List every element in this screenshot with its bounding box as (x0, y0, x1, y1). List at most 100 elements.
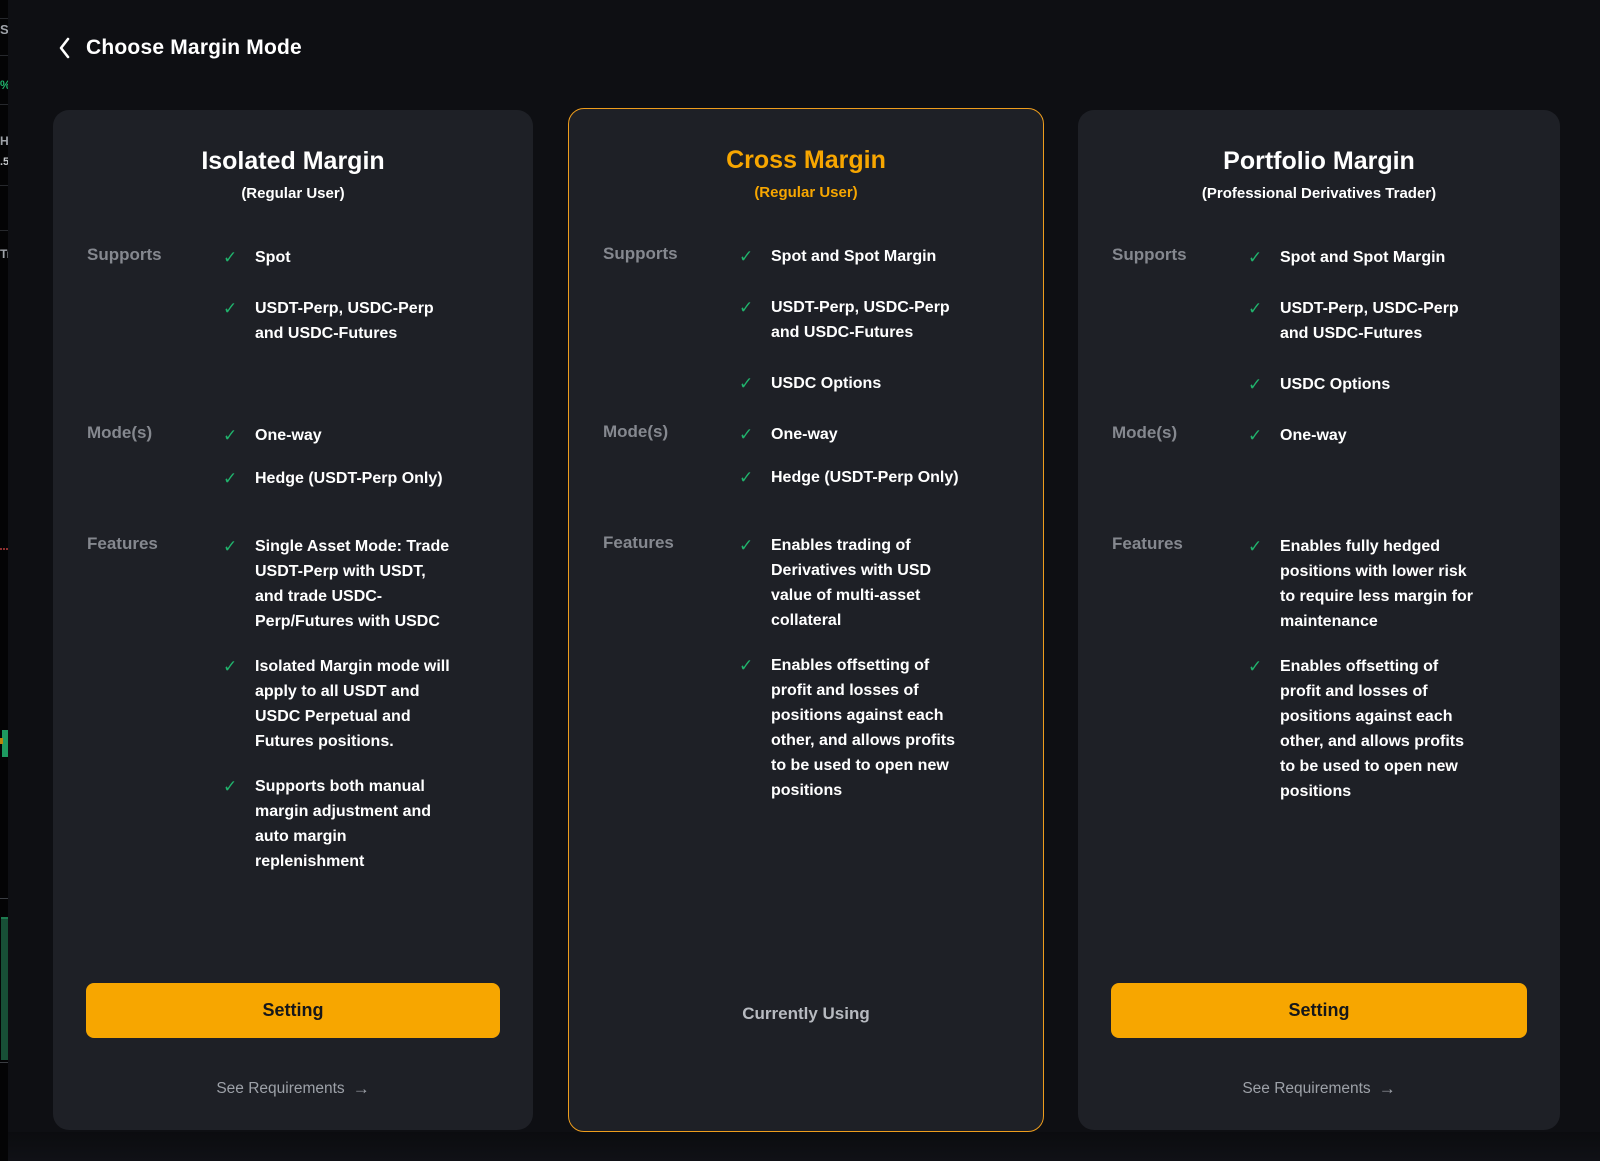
item-text: One-way (771, 422, 838, 447)
list-item: ✓ Enables offsetting of profit and losse… (739, 653, 969, 803)
section-label: Features (87, 534, 223, 874)
item-text: Spot and Spot Margin (771, 244, 936, 269)
card-isolated-margin[interactable]: Isolated Margin (Regular User) Supports … (53, 110, 533, 1130)
setting-button[interactable]: Setting (1111, 983, 1527, 1038)
link-label: See Requirements (216, 1078, 344, 1100)
check-icon: ✓ (223, 245, 241, 270)
item-text: USDT-Perp, USDC-Perp and USDC-Futures (255, 296, 453, 346)
bg-volume-bar (1, 917, 8, 1060)
list-item: ✓ Supports both manual margin adjustment… (223, 774, 453, 874)
see-requirements-link[interactable]: See Requirements → (53, 1078, 533, 1100)
list-item: ✓ USDC Options (1248, 372, 1478, 397)
list-item: ✓ One-way (223, 423, 453, 448)
bg-chart-line (0, 548, 8, 550)
item-text: Enables fully hedged positions with lowe… (1280, 534, 1478, 634)
check-icon: ✓ (739, 465, 757, 490)
check-icon: ✓ (223, 654, 241, 754)
item-text: Enables offsetting of profit and losses … (1280, 654, 1478, 804)
list-item: ✓ Enables offsetting of profit and losse… (1248, 654, 1478, 804)
bg-chart-tick (0, 738, 3, 744)
item-text: Enables trading of Derivatives with USD … (771, 533, 969, 633)
check-icon: ✓ (739, 244, 757, 269)
item-text: USDT-Perp, USDC-Perp and USDC-Futures (771, 295, 969, 345)
list-item: ✓ Enables trading of Derivatives with US… (739, 533, 969, 633)
check-icon: ✓ (739, 533, 757, 633)
modes-section: Mode(s) ✓ One-way ✓ Hedge (USDT-Perp Onl… (87, 423, 507, 491)
check-icon: ✓ (1248, 423, 1266, 448)
item-text: Single Asset Mode: Trade USDT-Perp with … (255, 534, 453, 634)
currently-using-status: Currently Using (569, 1002, 1043, 1026)
section-label: Mode(s) (1112, 423, 1248, 448)
bg-fragment: Tr (0, 247, 8, 261)
item-text: Enables offsetting of profit and losses … (771, 653, 969, 803)
check-icon: ✓ (1248, 245, 1266, 270)
arrow-right-icon: → (1379, 1078, 1396, 1100)
card-title: Portfolio Margin (1078, 146, 1560, 176)
list-item: ✓ USDT-Perp, USDC-Perp and USDC-Futures (1248, 296, 1478, 346)
list-item: ✓ Single Asset Mode: Trade USDT-Perp wit… (223, 534, 453, 634)
chevron-left-icon (57, 36, 72, 60)
background-app-edge: S % H .5 Tr (0, 0, 8, 1161)
bg-fragment: H (0, 134, 8, 148)
card-subtitle: (Regular User) (569, 183, 1043, 203)
check-icon: ✓ (739, 371, 757, 396)
item-text: USDC Options (771, 371, 881, 396)
item-text: One-way (1280, 423, 1347, 448)
setting-button[interactable]: Setting (86, 983, 500, 1038)
modes-section: Mode(s) ✓ One-way ✓ Hedge (USDT-Perp Onl… (603, 422, 1017, 490)
bg-fragment: S (0, 22, 8, 37)
list-item: ✓ Spot and Spot Margin (739, 244, 969, 269)
arrow-right-icon: → (353, 1078, 370, 1100)
see-requirements-link[interactable]: See Requirements → (1078, 1078, 1560, 1100)
check-icon: ✓ (739, 653, 757, 803)
check-icon: ✓ (223, 534, 241, 634)
item-text: USDT-Perp, USDC-Perp and USDC-Futures (1280, 296, 1478, 346)
list-item: ✓ Hedge (USDT-Perp Only) (223, 466, 453, 491)
section-label: Features (1112, 534, 1248, 804)
card-cross-margin[interactable]: Cross Margin (Regular User) Supports ✓ S… (568, 108, 1044, 1132)
card-title: Isolated Margin (53, 146, 533, 176)
supports-section: Supports ✓ Spot and Spot Margin ✓ USDT-P… (603, 244, 1017, 396)
section-label: Supports (1112, 245, 1248, 397)
features-section: Features ✓ Enables fully hedged position… (1112, 534, 1534, 804)
item-text: Spot and Spot Margin (1280, 245, 1445, 270)
list-item: ✓ Spot (223, 245, 453, 270)
card-portfolio-margin[interactable]: Portfolio Margin (Professional Derivativ… (1078, 110, 1560, 1130)
check-icon: ✓ (739, 422, 757, 447)
section-label: Supports (87, 245, 223, 346)
check-icon: ✓ (1248, 372, 1266, 397)
features-section: Features ✓ Single Asset Mode: Trade USDT… (87, 534, 507, 874)
supports-section: Supports ✓ Spot ✓ USDT-Perp, USDC-Perp a… (87, 245, 507, 346)
list-item: ✓ Isolated Margin mode will apply to all… (223, 654, 453, 754)
check-icon: ✓ (223, 296, 241, 346)
item-text: One-way (255, 423, 322, 448)
list-item: ✓ USDT-Perp, USDC-Perp and USDC-Futures (739, 295, 969, 345)
check-icon: ✓ (1248, 296, 1266, 346)
section-label: Mode(s) (603, 422, 739, 490)
list-item: ✓ USDT-Perp, USDC-Perp and USDC-Futures (223, 296, 453, 346)
item-text: Hedge (USDT-Perp Only) (255, 466, 443, 491)
list-item: ✓ Enables fully hedged positions with lo… (1248, 534, 1478, 634)
page-title: Choose Margin Mode (86, 36, 302, 60)
link-label: See Requirements (1242, 1078, 1370, 1100)
section-label: Mode(s) (87, 423, 223, 491)
card-subtitle: (Professional Derivatives Trader) (1078, 184, 1560, 204)
list-item: ✓ Spot and Spot Margin (1248, 245, 1478, 270)
list-item: ✓ Hedge (USDT-Perp Only) (739, 465, 969, 490)
dialog-footer-area (8, 1132, 1600, 1161)
check-icon: ✓ (1248, 534, 1266, 634)
check-icon: ✓ (1248, 654, 1266, 804)
item-text: Spot (255, 245, 291, 270)
check-icon: ✓ (739, 295, 757, 345)
back-button[interactable] (57, 36, 72, 60)
list-item: ✓ One-way (739, 422, 969, 447)
features-section: Features ✓ Enables trading of Derivative… (603, 533, 1017, 803)
card-title: Cross Margin (569, 145, 1043, 175)
section-label: Features (603, 533, 739, 803)
item-text: Hedge (USDT-Perp Only) (771, 465, 959, 490)
check-icon: ✓ (223, 774, 241, 874)
check-icon: ✓ (223, 423, 241, 448)
dialog-header: Choose Margin Mode (57, 36, 302, 60)
item-text: Supports both manual margin adjustment a… (255, 774, 453, 874)
section-label: Supports (603, 244, 739, 396)
